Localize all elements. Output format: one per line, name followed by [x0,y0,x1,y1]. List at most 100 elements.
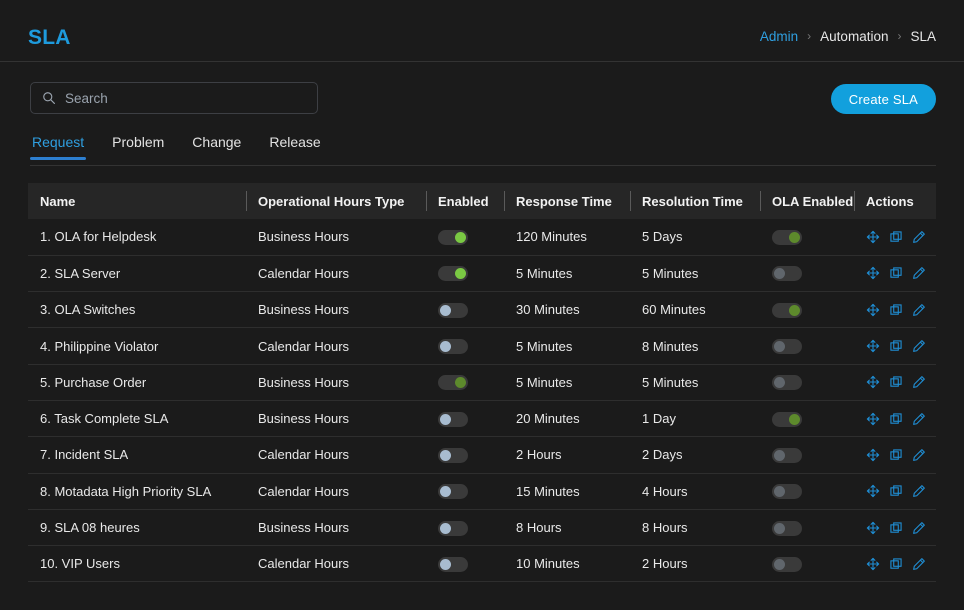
enabled-toggle[interactable] [438,230,468,245]
tab-release[interactable]: Release [267,134,322,159]
table-row[interactable]: 1. OLA for HelpdeskBusiness Hours120 Min… [28,219,936,255]
cell-resolution-time: 5 Minutes [630,364,760,400]
move-icon[interactable] [866,375,880,389]
sla-table: Name Operational Hours Type Enabled Resp… [28,183,936,582]
enabled-toggle[interactable] [438,448,468,463]
cell-ola-enabled [760,546,854,582]
column-header-response-time[interactable]: Response Time [504,183,630,219]
edit-icon[interactable] [912,484,926,498]
edit-icon[interactable] [912,339,926,353]
enabled-toggle[interactable] [438,303,468,318]
cell-name[interactable]: 8. Motadata High Priority SLA [28,473,246,509]
duplicate-icon[interactable] [889,375,903,389]
duplicate-icon[interactable] [889,339,903,353]
delete-icon[interactable] [935,557,936,571]
table-row[interactable]: 5. Purchase OrderBusiness Hours5 Minutes… [28,364,936,400]
duplicate-icon[interactable] [889,412,903,426]
enabled-toggle[interactable] [438,484,468,499]
ola-enabled-toggle [772,412,802,427]
cell-name[interactable]: 6. Task Complete SLA [28,400,246,436]
cell-ola-enabled [760,473,854,509]
duplicate-icon[interactable] [889,557,903,571]
table-row[interactable]: 10. VIP UsersCalendar Hours10 Minutes2 H… [28,546,936,582]
delete-icon[interactable] [935,339,936,353]
move-icon[interactable] [866,448,880,462]
move-icon[interactable] [866,339,880,353]
delete-icon[interactable] [935,266,936,280]
enabled-toggle[interactable] [438,266,468,281]
search-box[interactable] [30,82,318,114]
duplicate-icon[interactable] [889,521,903,535]
cell-enabled [426,292,504,328]
duplicate-icon[interactable] [889,484,903,498]
delete-icon[interactable] [935,230,936,244]
column-header-resolution-time[interactable]: Resolution Time [630,183,760,219]
enabled-toggle[interactable] [438,521,468,536]
duplicate-icon[interactable] [889,303,903,317]
delete-icon[interactable] [935,448,936,462]
cell-response-time: 120 Minutes [504,219,630,255]
table-row[interactable]: 2. SLA ServerCalendar Hours5 Minutes5 Mi… [28,255,936,291]
move-icon[interactable] [866,412,880,426]
move-icon[interactable] [866,303,880,317]
cell-name[interactable]: 10. VIP Users [28,546,246,582]
cell-ola-enabled [760,437,854,473]
table-row[interactable]: 3. OLA SwitchesBusiness Hours30 Minutes6… [28,292,936,328]
chevron-right-icon: › [807,30,811,42]
column-header-enabled[interactable]: Enabled [426,183,504,219]
toggle-knob [774,377,785,388]
cell-name[interactable]: 9. SLA 08 heures [28,509,246,545]
edit-icon[interactable] [912,557,926,571]
create-sla-button[interactable]: Create SLA [831,84,936,114]
table-row[interactable]: 9. SLA 08 heuresBusiness Hours8 Hours8 H… [28,509,936,545]
delete-icon[interactable] [935,484,936,498]
table-row[interactable]: 4. Philippine ViolatorCalendar Hours5 Mi… [28,328,936,364]
column-header-name[interactable]: Name [28,183,246,219]
cell-enabled [426,509,504,545]
cell-name[interactable]: 1. OLA for Helpdesk [28,219,246,255]
duplicate-icon[interactable] [889,448,903,462]
breadcrumb-item-automation[interactable]: Automation [820,29,888,44]
toggle-knob [440,341,451,352]
toggle-knob [789,414,800,425]
edit-icon[interactable] [912,230,926,244]
search-input[interactable] [65,83,306,113]
tab-change[interactable]: Change [190,134,243,159]
enabled-toggle[interactable] [438,339,468,354]
table-row[interactable]: 7. Incident SLACalendar Hours2 Hours2 Da… [28,437,936,473]
move-icon[interactable] [866,557,880,571]
toggle-knob [440,486,451,497]
cell-name[interactable]: 7. Incident SLA [28,437,246,473]
cell-name[interactable]: 5. Purchase Order [28,364,246,400]
cell-name[interactable]: 2. SLA Server [28,255,246,291]
delete-icon[interactable] [935,521,936,535]
cell-operational-hours-type: Calendar Hours [246,546,426,582]
move-icon[interactable] [866,266,880,280]
column-header-ola-enabled[interactable]: OLA Enabled [760,183,854,219]
table-row[interactable]: 8. Motadata High Priority SLACalendar Ho… [28,473,936,509]
cell-actions [854,328,936,364]
edit-icon[interactable] [912,266,926,280]
tab-problem[interactable]: Problem [110,134,166,159]
breadcrumb-item-admin[interactable]: Admin [760,29,798,44]
duplicate-icon[interactable] [889,266,903,280]
edit-icon[interactable] [912,448,926,462]
delete-icon[interactable] [935,303,936,317]
move-icon[interactable] [866,484,880,498]
enabled-toggle[interactable] [438,557,468,572]
table-row[interactable]: 6. Task Complete SLABusiness Hours20 Min… [28,400,936,436]
edit-icon[interactable] [912,521,926,535]
move-icon[interactable] [866,230,880,244]
duplicate-icon[interactable] [889,230,903,244]
cell-name[interactable]: 4. Philippine Violator [28,328,246,364]
delete-icon[interactable] [935,412,936,426]
edit-icon[interactable] [912,412,926,426]
move-icon[interactable] [866,521,880,535]
column-header-operational-hours-type[interactable]: Operational Hours Type [246,183,426,219]
tab-request[interactable]: Request [30,134,86,159]
edit-icon[interactable] [912,375,926,389]
edit-icon[interactable] [912,303,926,317]
cell-operational-hours-type: Business Hours [246,509,426,545]
cell-name[interactable]: 3. OLA Switches [28,292,246,328]
enabled-toggle[interactable] [438,412,468,427]
